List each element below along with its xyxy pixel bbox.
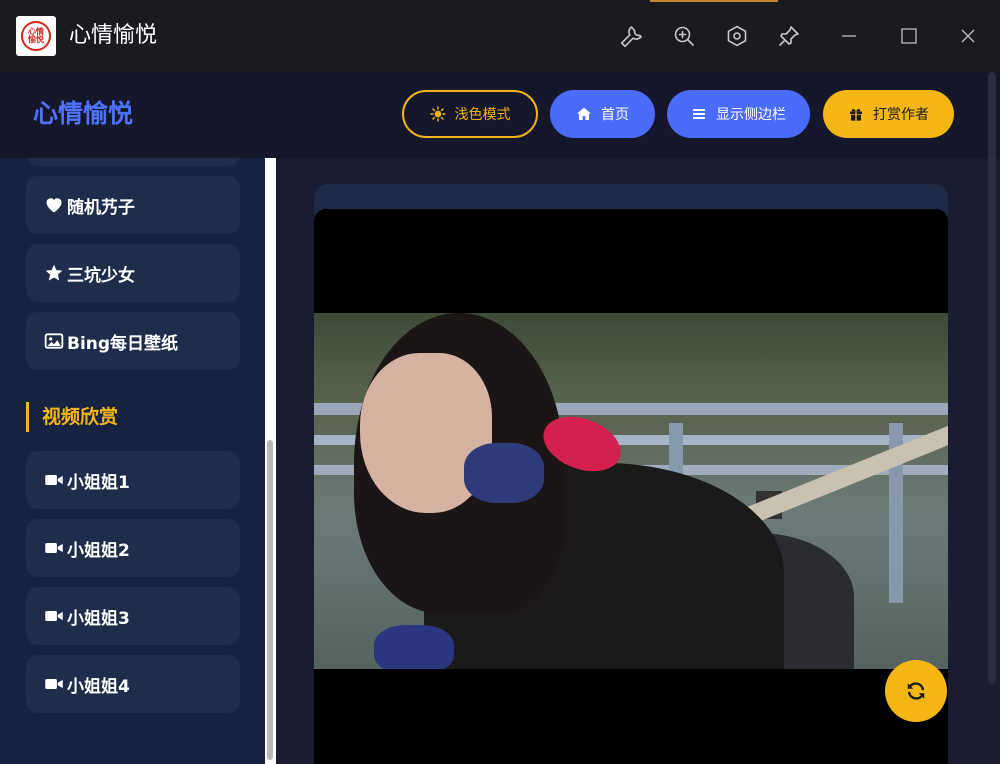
sidebar-item-label: 小姐姐1 — [67, 472, 130, 493]
video-player[interactable] — [314, 209, 948, 764]
sidebar-item-partial[interactable] — [26, 158, 240, 166]
light-mode-button[interactable]: 浅色模式 — [402, 90, 538, 138]
seal-text: 心情愉悦 — [28, 27, 44, 44]
refresh-icon — [907, 682, 925, 700]
sidebar-scrollbar-thumb[interactable] — [267, 440, 273, 760]
sidebar-item-sankeng[interactable]: 三坑少女 — [26, 244, 240, 302]
frame-mitt — [374, 625, 454, 669]
brand-title: 心情愉悦 — [33, 99, 134, 128]
video-frame — [314, 313, 948, 669]
home-icon — [577, 107, 591, 120]
video-camera-icon — [45, 543, 63, 553]
frame-collar — [464, 443, 544, 503]
hexagon-settings-icon[interactable] — [725, 24, 749, 48]
star-icon — [45, 264, 63, 281]
toggle-sidebar-button[interactable]: 显示侧边栏 — [667, 90, 810, 138]
video-section-title: 视频欣赏 — [26, 402, 118, 432]
sidebar-item-label: 小姐姐4 — [67, 676, 130, 697]
maximize-icon[interactable] — [897, 24, 921, 48]
sidebar-item-video-1[interactable]: 小姐姐1 — [26, 451, 240, 509]
video-camera-icon — [45, 679, 63, 689]
sidebar-item-label: Bing每日壁纸 — [67, 333, 179, 354]
home-button[interactable]: 首页 — [550, 90, 655, 138]
refresh-button[interactable] — [885, 660, 947, 722]
page-scrollbar[interactable] — [988, 72, 996, 684]
reward-author-button[interactable]: 打赏作者 — [823, 90, 954, 138]
image-icon — [44, 333, 64, 349]
sidebar-item-label: 小姐姐3 — [67, 608, 130, 629]
gift-icon — [850, 109, 862, 121]
close-icon[interactable] — [956, 24, 980, 48]
sidebar-item-video-3[interactable]: 小姐姐3 — [26, 587, 240, 645]
window-title: 心情愉悦 — [69, 23, 158, 48]
sidebar-item-label: 三坑少女 — [67, 265, 135, 286]
sidebar: 随机艿子 三坑少女 Bing每日壁纸 视频欣赏 小姐姐1 小姐姐2 小姐姐3 小… — [0, 158, 265, 764]
toggle-sidebar-label: 显示侧边栏 — [716, 107, 786, 123]
video-camera-icon — [45, 611, 63, 621]
sidebar-item-video-2[interactable]: 小姐姐2 — [26, 519, 240, 577]
home-label: 首页 — [601, 107, 629, 123]
heart-icon — [46, 198, 62, 213]
sun-icon — [429, 106, 446, 122]
zoom-in-icon[interactable] — [672, 24, 696, 48]
menu-icon — [693, 109, 705, 119]
sidebar-item-bing[interactable]: Bing每日壁纸 — [26, 312, 240, 370]
wrench-icon[interactable] — [620, 24, 644, 48]
reward-author-label: 打赏作者 — [873, 107, 929, 123]
sidebar-item-label: 小姐姐2 — [67, 540, 130, 561]
sidebar-item-random[interactable]: 随机艿子 — [26, 176, 240, 234]
pin-icon[interactable] — [777, 24, 801, 48]
light-mode-label: 浅色模式 — [454, 107, 511, 123]
app-window: 心情愉悦 心情愉悦 心情愉悦 浅色模式 首页 显示侧边栏 打赏作者 随机艿子 三… — [0, 0, 1000, 764]
video-camera-icon — [45, 475, 63, 485]
app-logo-icon: 心情愉悦 — [16, 16, 56, 56]
minimize-icon[interactable] — [837, 24, 861, 48]
app-header: 心情愉悦 浅色模式 首页 显示侧边栏 打赏作者 — [0, 72, 1000, 158]
title-bar-accent — [650, 0, 778, 2]
sidebar-item-video-4[interactable]: 小姐姐4 — [26, 655, 240, 713]
title-bar: 心情愉悦 心情愉悦 — [0, 0, 1000, 72]
sidebar-item-label: 随机艿子 — [67, 197, 135, 218]
seal-mark: 心情愉悦 — [21, 21, 51, 51]
